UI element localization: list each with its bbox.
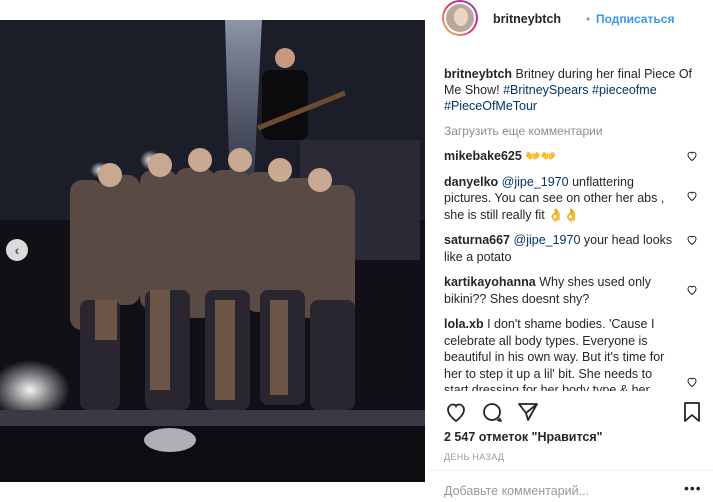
hashtag-link[interactable]: #pieceofme [592,83,657,97]
heart-icon[interactable] [686,150,698,162]
post-side-panel: britneybtch • Подписаться britneybtch Br… [428,0,713,502]
post-timestamp[interactable]: ДЕНЬ НАЗАД [444,452,504,462]
comment-username-link[interactable]: danyelko [444,175,498,189]
comment-username-link[interactable]: saturna667 [444,233,510,247]
likes-count[interactable]: 2 547 отметок "Нравится" [444,430,603,444]
comment-item: mikebake625 👐👐 [444,148,698,165]
comment-username-link[interactable]: lola.xb [444,317,484,331]
concert-photo-image [0,20,425,482]
caption-username-link[interactable]: britneybtch [444,67,512,81]
comment-mention-link[interactable]: @jipe_1970 [502,175,569,189]
load-more-comments-link[interactable]: Загрузить еще комментарии [444,124,698,138]
heart-icon[interactable] [686,190,698,202]
comment-icon[interactable] [480,400,504,424]
comment-item: kartikayohanna Why shes used only bikini… [444,274,698,307]
post-photo[interactable]: ‹ [0,0,425,502]
comment-item: saturna667 @jipe_1970 your head looks li… [444,232,698,265]
heart-icon[interactable] [686,376,698,388]
heart-icon[interactable] [444,400,468,424]
comment-item: lola.xb I don't shame bodies. 'Cause I c… [444,316,698,391]
more-options-button[interactable]: ••• [684,480,702,496]
chevron-left-icon: ‹ [14,242,20,258]
bookmark-icon[interactable] [680,400,704,424]
heart-icon[interactable] [686,284,698,296]
separator-dot: • [586,12,591,26]
hashtag-link[interactable]: #PieceOfMeTour [444,99,537,113]
previous-photo-button[interactable]: ‹ [6,239,28,261]
post-caption: britneybtch Britney during her final Pie… [444,66,698,114]
comment-username-link[interactable]: kartikayohanna [444,275,536,289]
heart-icon[interactable] [686,234,698,246]
hashtag-link[interactable]: #BritneySpears [503,83,588,97]
comment-username-link[interactable]: mikebake625 [444,149,522,163]
share-icon[interactable] [516,400,540,424]
comments-list[interactable]: britneybtch Britney during her final Pie… [444,66,698,391]
divider [428,470,713,471]
follow-button[interactable]: Подписаться [596,12,674,26]
avatar[interactable] [442,0,478,36]
add-comment-input[interactable] [444,484,674,498]
comment-text: 👐👐 [525,149,557,163]
comment-item: danyelko @jipe_1970 unflattering picture… [444,174,698,224]
post-actions-bar [428,400,713,424]
header-username-link[interactable]: britneybtch [493,12,561,26]
post-header: britneybtch • Подписаться [428,0,713,40]
comment-mention-link[interactable]: @jipe_1970 [514,233,581,247]
